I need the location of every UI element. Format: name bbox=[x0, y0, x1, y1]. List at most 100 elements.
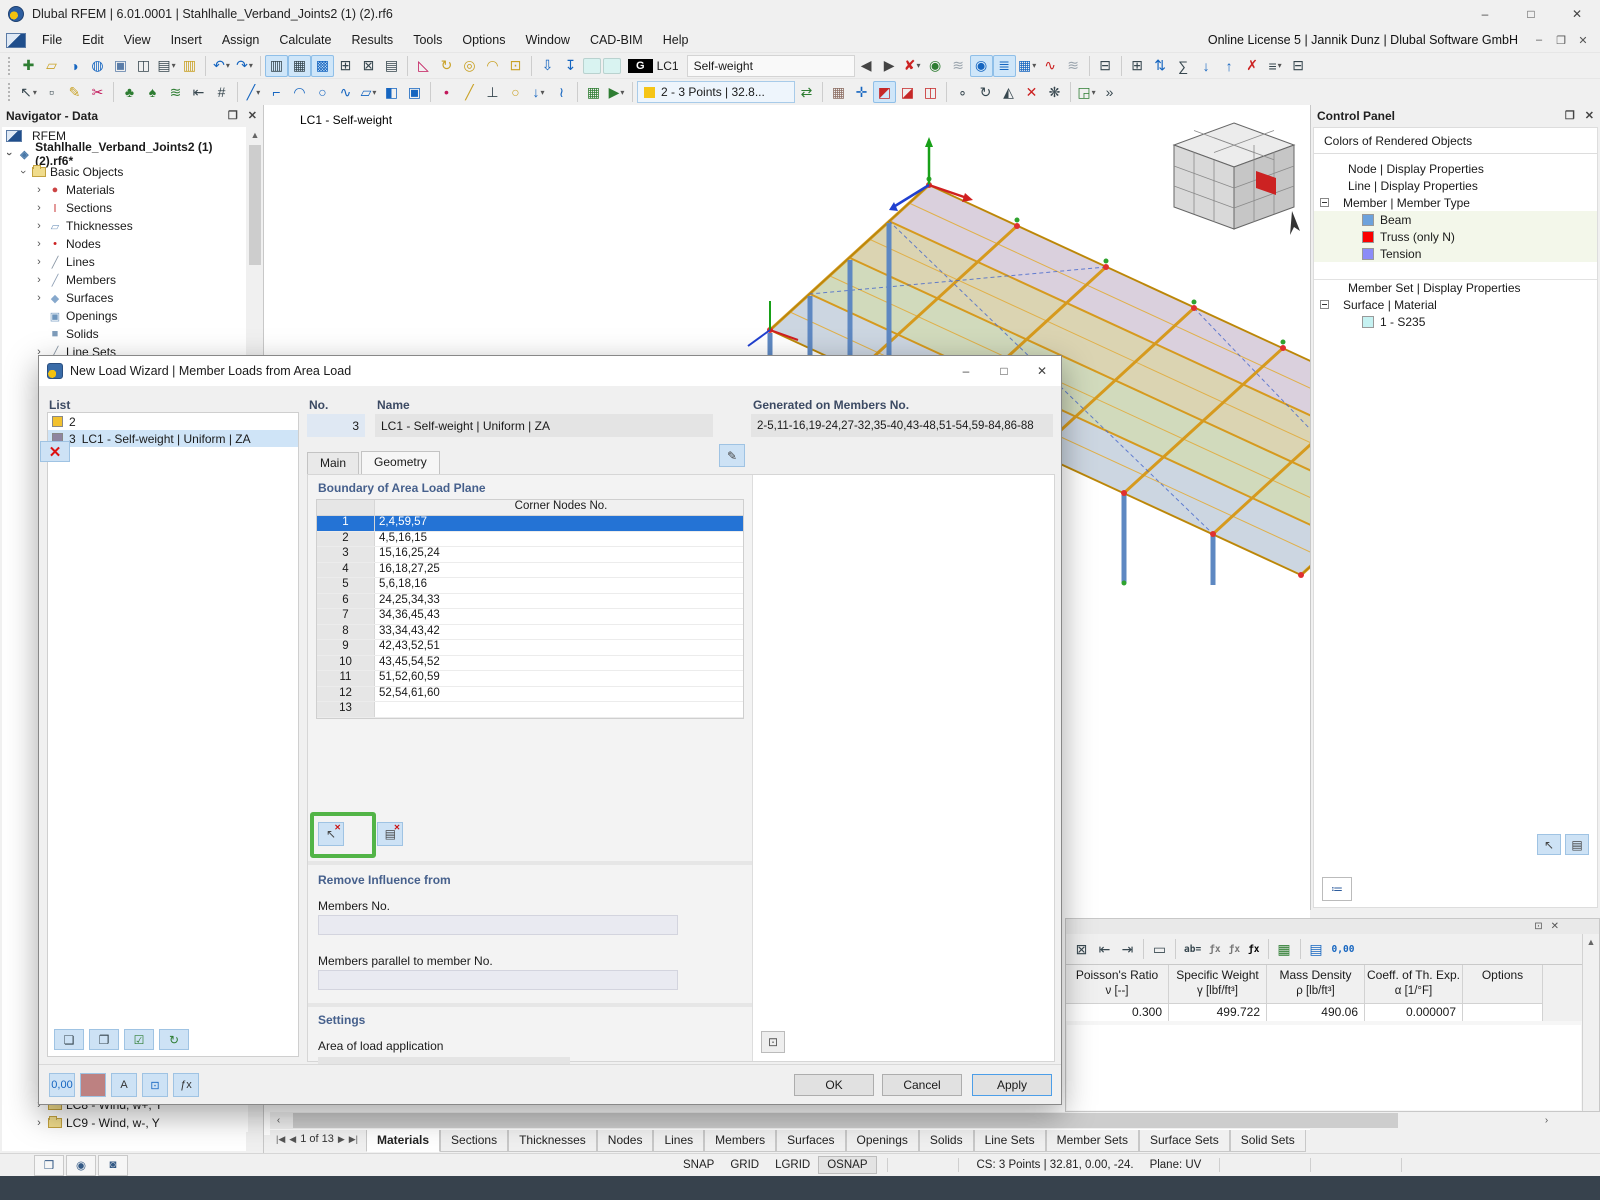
prev-load-case-icon[interactable]: ◀ bbox=[855, 55, 878, 77]
print-graphic-icon[interactable]: ⊟ bbox=[1094, 55, 1117, 77]
tree-item[interactable]: › ● Materials bbox=[2, 181, 246, 199]
delete-results-icon[interactable]: ✗ bbox=[1241, 55, 1264, 77]
print-icon[interactable]: ▤ bbox=[155, 55, 178, 77]
fx3-icon[interactable]: ƒx bbox=[1244, 938, 1263, 960]
plane-xz-icon[interactable]: ◫ bbox=[919, 81, 942, 103]
delete-icon[interactable]: ✕ bbox=[1020, 81, 1043, 103]
load-list-item[interactable]: 3 LC1 - Self-weight | Uniform | ZA bbox=[48, 430, 298, 447]
separator[interactable] bbox=[113, 82, 114, 102]
sheet-tab[interactable]: Thicknesses bbox=[508, 1130, 597, 1152]
menu-item[interactable]: Edit bbox=[72, 28, 114, 52]
grid-origin-icon[interactable]: ✛ bbox=[850, 81, 873, 103]
separator[interactable] bbox=[1175, 939, 1176, 959]
tree-item[interactable]: › ◆ Surfaces bbox=[2, 289, 246, 307]
sheet-tab[interactable]: Solid Sets bbox=[1230, 1130, 1306, 1152]
abc-icon[interactable]: ab= bbox=[1180, 938, 1205, 960]
close-button[interactable]: ✕ bbox=[1554, 0, 1600, 28]
script-console-icon[interactable]: ⊠ bbox=[357, 55, 380, 77]
save-icon[interactable]: ◫ bbox=[132, 55, 155, 77]
cp-member-type-row[interactable]: Tension bbox=[1314, 245, 1597, 262]
chevron-icon[interactable]: › bbox=[17, 167, 29, 177]
member-new-icon[interactable]: ╱ bbox=[458, 81, 481, 103]
dialog-maximize-button[interactable]: □ bbox=[985, 356, 1023, 386]
printout-report-icon[interactable]: ▥ bbox=[178, 55, 201, 77]
scroll-up-icon[interactable]: ▲ bbox=[247, 127, 263, 143]
cp-member-type-row[interactable]: Truss (only N) bbox=[1314, 228, 1597, 245]
corner-nodes-row[interactable]: 2 4,5,16,15 bbox=[317, 532, 743, 548]
collapse-icon[interactable] bbox=[1320, 198, 1329, 207]
separator[interactable] bbox=[260, 56, 261, 76]
undo-icon[interactable]: ↶ bbox=[210, 55, 233, 77]
knife-icon[interactable]: ✂ bbox=[86, 81, 109, 103]
cp-surface-type-row[interactable]: 1 - S235 bbox=[1314, 313, 1597, 330]
generate-model-icon[interactable]: ♣ bbox=[118, 81, 141, 103]
workplane-move-icon[interactable]: ⇄ bbox=[795, 81, 818, 103]
visibility-button[interactable]: ◉ bbox=[66, 1155, 96, 1176]
snap-toggle[interactable]: SNAP bbox=[675, 1157, 722, 1173]
scroll-right-icon[interactable]: › bbox=[1538, 1115, 1555, 1126]
close-panel-icon[interactable]: ✕ bbox=[1585, 109, 1594, 122]
arc-tool-icon[interactable]: ◠ bbox=[481, 55, 504, 77]
sheet-tab[interactable]: Openings bbox=[846, 1130, 919, 1152]
sort-asc-icon[interactable]: ↓ bbox=[1195, 55, 1218, 77]
hinge-new-icon[interactable]: ○ bbox=[504, 81, 527, 103]
row-nodes[interactable]: 52,54,61,60 bbox=[375, 687, 743, 702]
values-gray-icon[interactable]: ≋ bbox=[1062, 55, 1085, 77]
insert-row-icon[interactable]: ⇤ bbox=[1093, 938, 1116, 960]
plane-yz-icon[interactable]: ◪ bbox=[896, 81, 919, 103]
formula-button[interactable]: ƒx bbox=[173, 1073, 199, 1097]
corner-nodes-row[interactable]: 10 43,45,54,52 bbox=[317, 656, 743, 672]
chevron-icon[interactable]: › bbox=[34, 274, 44, 286]
row-nodes[interactable]: 4,5,16,15 bbox=[375, 532, 743, 547]
corner-nodes-row[interactable]: 7 34,36,45,43 bbox=[317, 609, 743, 625]
terrain-icon[interactable]: ≋ bbox=[164, 81, 187, 103]
filter-loads-icon[interactable]: ✘ bbox=[901, 55, 924, 77]
preview-settings-button[interactable]: ⊡ bbox=[761, 1031, 785, 1053]
show-loads-icon[interactable]: ◉ bbox=[970, 55, 993, 77]
edit-name-button[interactable]: ✎ bbox=[719, 444, 745, 467]
support-new-icon[interactable]: ⊥ bbox=[481, 81, 504, 103]
cell-value[interactable] bbox=[1463, 1003, 1542, 1021]
toolbar-grip[interactable] bbox=[8, 83, 13, 101]
last-page-icon[interactable]: ▶| bbox=[349, 1134, 358, 1145]
units-value[interactable]: 0,00 bbox=[1328, 938, 1359, 960]
render-swatch-1-icon[interactable] bbox=[583, 58, 601, 74]
display-colors-button[interactable] bbox=[80, 1073, 106, 1097]
corner-nodes-row[interactable]: 4 16,18,27,25 bbox=[317, 563, 743, 579]
table-hscrollbar[interactable]: ‹ › bbox=[270, 1112, 1555, 1129]
mirror-icon[interactable]: ◭ bbox=[997, 81, 1020, 103]
ok-button[interactable]: OK bbox=[794, 1074, 874, 1096]
cp-member-group[interactable]: Member | Member Type bbox=[1314, 194, 1597, 211]
numbering-icon[interactable]: # bbox=[210, 81, 233, 103]
ghost-values-icon[interactable]: ≋ bbox=[947, 55, 970, 77]
separator[interactable] bbox=[531, 56, 532, 76]
navigator-toggle-icon[interactable]: ▥ bbox=[265, 55, 288, 77]
dialog-title-bar[interactable]: New Load Wizard | Member Loads from Area… bbox=[39, 356, 1061, 386]
sheet-tab[interactable]: Materials bbox=[366, 1130, 440, 1152]
separator[interactable] bbox=[237, 82, 238, 102]
plane-xy-icon[interactable]: ◩ bbox=[873, 81, 896, 103]
name-field[interactable]: LC1 - Self-weight | Uniform | ZA bbox=[375, 414, 713, 437]
excel-icon[interactable]: ▦ bbox=[1273, 938, 1296, 960]
first-page-icon[interactable]: |◀ bbox=[276, 1134, 285, 1145]
show-values-icon[interactable]: ≣ bbox=[993, 55, 1016, 77]
cell-value[interactable]: 0.300 bbox=[1066, 1003, 1168, 1021]
scroll-thumb[interactable] bbox=[249, 145, 261, 265]
sheet-tab[interactable]: Line Sets bbox=[974, 1130, 1046, 1152]
opening-tool-icon[interactable]: ▣ bbox=[403, 81, 426, 103]
export-image-icon[interactable]: ▣ bbox=[109, 55, 132, 77]
show-load-values-icon[interactable]: ◉ bbox=[924, 55, 947, 77]
solid-tool-icon[interactable]: ◧ bbox=[380, 81, 403, 103]
scroll-track[interactable] bbox=[287, 1112, 1538, 1129]
members-no-input[interactable] bbox=[318, 915, 678, 935]
rotate-cw-icon[interactable]: ↻ bbox=[974, 81, 997, 103]
menu-item[interactable]: Tools bbox=[403, 28, 452, 52]
separator[interactable] bbox=[1268, 939, 1269, 959]
dlubal-network-icon[interactable]: ◍ bbox=[86, 55, 109, 77]
polyline-tool-icon[interactable]: ⌐ bbox=[265, 81, 288, 103]
row-nodes[interactable]: 16,18,27,25 bbox=[375, 563, 743, 578]
row-nodes[interactable]: 15,16,25,24 bbox=[375, 547, 743, 562]
table-view-icon[interactable]: ▤ bbox=[380, 55, 403, 77]
result-line-icon[interactable]: ∿ bbox=[1039, 55, 1062, 77]
node-new-icon[interactable]: • bbox=[435, 81, 458, 103]
